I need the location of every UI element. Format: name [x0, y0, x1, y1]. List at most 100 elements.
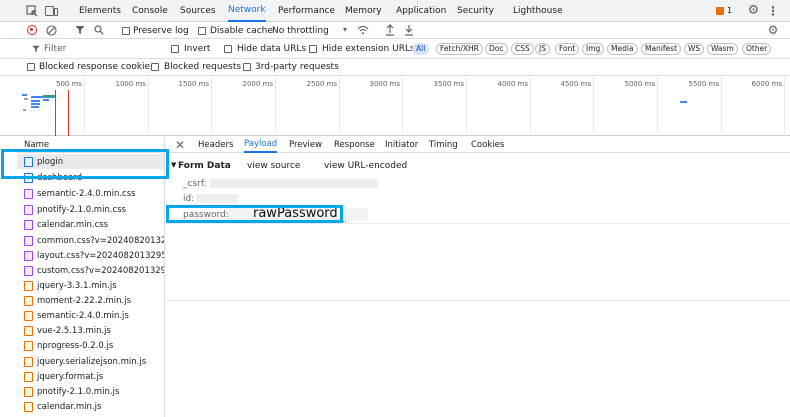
- more-options-icon[interactable]: ⋮: [767, 4, 779, 17]
- type-filter-img[interactable]: Img: [582, 43, 605, 55]
- close-icon[interactable]: ✕: [174, 139, 186, 151]
- css-file-icon: [24, 204, 33, 215]
- type-filter-css[interactable]: CSS: [511, 43, 534, 55]
- request-name: custom.css?v=20240820132956: [37, 265, 165, 276]
- request-row[interactable]: vue-2.5.13.min.js: [17, 323, 164, 338]
- request-row[interactable]: jquery-3.3.1.min.js: [17, 278, 164, 293]
- type-filter-manifest[interactable]: Manifest: [641, 43, 682, 55]
- waterfall-bar: [22, 94, 27, 96]
- network-settings-gear-icon[interactable]: ⚙: [767, 24, 779, 36]
- load-event-marker: [68, 90, 69, 136]
- blocked-response-cookies-checkbox[interactable]: [27, 63, 35, 71]
- third-party-requests-checkbox[interactable]: [243, 63, 251, 71]
- request-row[interactable]: jquery.format.js: [17, 369, 164, 384]
- tab-memory[interactable]: Memory: [345, 0, 382, 22]
- waterfall-bar: [31, 100, 40, 102]
- request-name: moment-2.22.2.min.js: [37, 295, 132, 306]
- type-filter-doc[interactable]: Doc: [485, 43, 508, 55]
- dom-content-loaded-marker: [55, 90, 56, 136]
- settings-gear-icon[interactable]: ⚙: [747, 4, 760, 17]
- network-conditions-icon[interactable]: [357, 25, 369, 35]
- chevron-down-icon[interactable]: ▾: [341, 25, 349, 35]
- tab-sources[interactable]: Sources: [180, 0, 216, 22]
- type-filter-all[interactable]: All: [412, 43, 430, 55]
- css-file-icon: [24, 219, 33, 230]
- section-divider: [166, 300, 790, 301]
- blocked-requests-checkbox[interactable]: [151, 63, 159, 71]
- timeline-gridline: [402, 76, 403, 136]
- tab-response[interactable]: Response: [334, 137, 375, 153]
- invert-checkbox[interactable]: [171, 45, 179, 53]
- tab-timing[interactable]: Timing: [429, 137, 458, 153]
- type-filter-wasm[interactable]: Wasm: [707, 43, 738, 55]
- issues-flag-icon[interactable]: [716, 7, 724, 15]
- type-filter-font[interactable]: Font: [555, 43, 580, 55]
- issues-count[interactable]: 1: [727, 7, 732, 15]
- timeline-tick-label: 500 ms: [56, 80, 83, 88]
- request-row[interactable]: semantic-2.4.0.min.css: [17, 186, 164, 201]
- timeline-gridline: [593, 76, 594, 136]
- blocked-requests-label: Blocked requests: [164, 62, 242, 72]
- hide-extension-urls-checkbox[interactable]: [309, 45, 317, 53]
- request-name: calendar.min.js: [37, 401, 102, 412]
- hide-data-urls-checkbox[interactable]: [224, 45, 232, 53]
- request-name: pnotify-2.1.0.min.js: [37, 386, 120, 397]
- request-row[interactable]: custom.css?v=20240820132956: [17, 263, 165, 278]
- tab-lighthouse[interactable]: Lighthouse: [513, 0, 563, 22]
- request-row[interactable]: nprogress-0.2.0.js: [17, 338, 164, 353]
- request-row[interactable]: jquery.serializejson.min.js: [17, 354, 164, 369]
- throttling-select[interactable]: No throttling: [272, 27, 329, 36]
- tab-payload[interactable]: Payload: [244, 137, 278, 153]
- record-stop-icon[interactable]: [27, 25, 37, 35]
- disable-cache-checkbox[interactable]: [198, 27, 206, 35]
- request-row[interactable]: moment-2.22.2.min.js: [17, 293, 164, 308]
- request-row[interactable]: common.css?v=20240820132...: [17, 233, 164, 248]
- tab-console[interactable]: Console: [132, 0, 168, 22]
- filter-funnel-icon[interactable]: [75, 25, 85, 35]
- request-row[interactable]: layout.css?v=20240820132956: [17, 248, 164, 263]
- preserve-log-label: Preserve log: [133, 26, 189, 36]
- type-filter-fetch-xhr[interactable]: Fetch/XHR: [436, 43, 483, 55]
- network-toolbar: Preserve log Disable cache No throttling…: [0, 22, 790, 39]
- tab-preview[interactable]: Preview: [289, 137, 322, 153]
- tab-application[interactable]: Application: [396, 0, 446, 22]
- filter-input-funnel-icon: [32, 45, 40, 53]
- request-list-panel: Name plogin dashboard semantic-2.4.0.min…: [17, 137, 165, 417]
- section-expand-icon[interactable]: ▼: [171, 162, 176, 169]
- type-filter-media[interactable]: Media: [607, 43, 638, 55]
- tab-network[interactable]: Network: [228, 0, 266, 22]
- clear-icon[interactable]: [46, 25, 57, 36]
- type-filter-ws[interactable]: WS: [684, 43, 705, 55]
- timeline-overview[interactable]: 500 ms 1000 ms 1500 ms 2000 ms 2500 ms 3…: [0, 76, 790, 136]
- timeline-tick-label: 6000 ms: [751, 80, 782, 88]
- tab-cookies[interactable]: Cookies: [471, 137, 504, 153]
- css-file-icon: [24, 265, 33, 276]
- request-row[interactable]: calendar.min.js: [17, 399, 164, 414]
- device-toolbar-icon[interactable]: [45, 5, 58, 17]
- timeline-tick-label: 2000 ms: [242, 80, 273, 88]
- tab-performance[interactable]: Performance: [278, 0, 335, 22]
- request-row[interactable]: semantic-2.4.0.min.js: [17, 308, 164, 323]
- type-filter-js[interactable]: JS: [535, 43, 550, 55]
- tab-initiator[interactable]: Initiator: [385, 137, 418, 153]
- tab-security[interactable]: Security: [457, 0, 494, 22]
- hide-data-urls-label: Hide data URLs: [237, 44, 307, 54]
- preserve-log-checkbox[interactable]: [122, 27, 130, 35]
- view-url-encoded-link[interactable]: view URL-encoded: [324, 162, 407, 171]
- import-har-icon[interactable]: [385, 24, 395, 36]
- tab-elements[interactable]: Elements: [79, 0, 121, 22]
- filter-input[interactable]: Filter: [44, 45, 66, 54]
- search-icon[interactable]: [94, 25, 104, 35]
- request-row[interactable]: pnotify-2.1.0.min.css: [17, 202, 164, 217]
- inspect-element-icon[interactable]: [26, 5, 38, 17]
- type-filter-other[interactable]: Other: [742, 43, 772, 55]
- request-name: semantic-2.4.0.min.js: [37, 310, 129, 321]
- hide-extension-urls-label: Hide extension URLs: [322, 44, 415, 54]
- devtools-tab-bar: Elements Console Sources Network Perform…: [0, 0, 790, 22]
- tab-headers[interactable]: Headers: [198, 137, 233, 153]
- request-row[interactable]: pnotify-2.1.0.min.js: [17, 384, 164, 399]
- request-row[interactable]: calendar.min.css: [17, 217, 164, 232]
- export-har-icon[interactable]: [404, 24, 414, 36]
- view-source-link[interactable]: view source: [247, 162, 300, 171]
- timeline-gridline: [211, 76, 212, 136]
